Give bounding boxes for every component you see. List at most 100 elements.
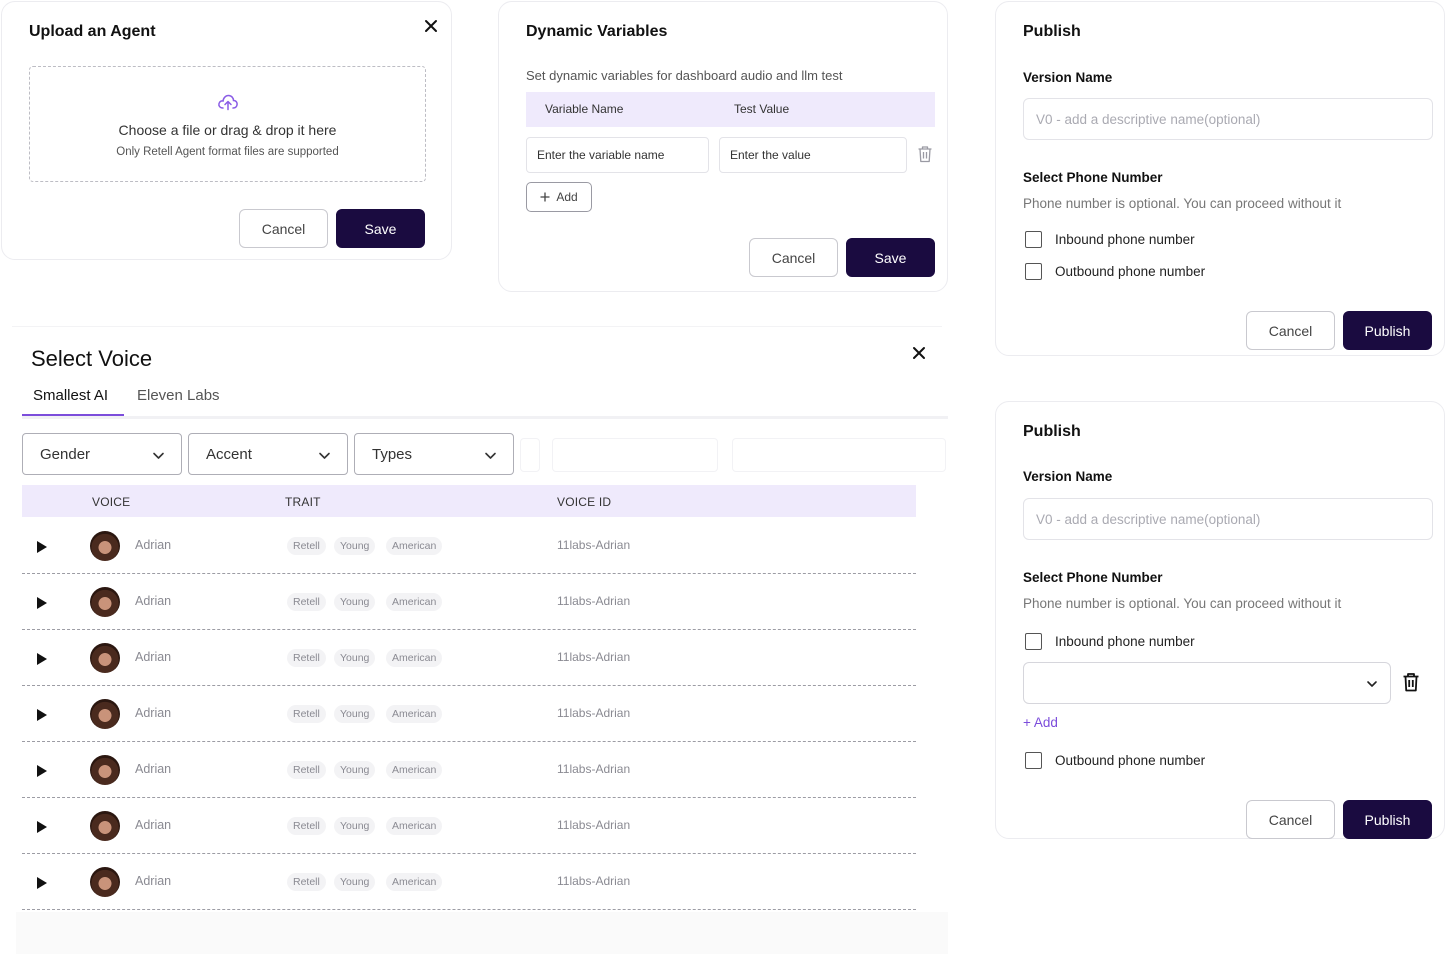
tab-smallest-ai[interactable]: Smallest AI xyxy=(33,387,108,404)
voice-table-header: VOICE TRAIT VOICE ID xyxy=(22,485,916,517)
close-icon[interactable] xyxy=(911,345,927,361)
save-button[interactable]: Save xyxy=(846,238,935,277)
play-icon[interactable] xyxy=(36,708,48,722)
trait-badge: Retell xyxy=(287,873,326,891)
filter-placeholder xyxy=(732,438,946,472)
table-row[interactable]: Adrian Retell Young American 11labs-Adrian xyxy=(22,574,916,630)
play-icon[interactable] xyxy=(36,652,48,666)
column-voice: VOICE xyxy=(92,495,131,509)
version-name-input[interactable]: V0 - add a descriptive name(optional) xyxy=(1023,98,1433,140)
voice-name: Adrian xyxy=(135,706,172,720)
file-dropzone[interactable]: Choose a file or drag & drop it here Onl… xyxy=(29,66,426,182)
add-variable-button[interactable]: Add xyxy=(526,182,592,212)
table-row[interactable]: Adrian Retell Young American 11labs-Adrian xyxy=(22,742,916,798)
tab-eleven-labs[interactable]: Eleven Labs xyxy=(137,387,220,404)
version-name-input[interactable]: V0 - add a descriptive name(optional) xyxy=(1023,498,1433,540)
table-row[interactable]: Adrian Retell Young American 11labs-Adrian xyxy=(22,854,916,910)
upload-agent-dialog: Upload an Agent Choose a file or drag & … xyxy=(1,1,452,260)
chevron-down-icon xyxy=(1367,681,1377,687)
cancel-button[interactable]: Cancel xyxy=(749,238,838,277)
add-label: Add xyxy=(556,190,578,204)
filter-placeholder xyxy=(552,438,718,472)
trait-badge: Retell xyxy=(287,817,326,835)
trash-icon[interactable] xyxy=(917,145,933,163)
publish-button[interactable]: Publish xyxy=(1343,800,1432,839)
cancel-button[interactable]: Cancel xyxy=(1246,311,1335,350)
outbound-checkbox[interactable]: Outbound phone number xyxy=(1025,752,1205,769)
publish-dialog: Publish Version Name V0 - add a descript… xyxy=(995,1,1445,356)
select-voice-title: Select Voice xyxy=(31,346,153,371)
trait-badge: Retell xyxy=(287,649,326,667)
play-icon[interactable] xyxy=(36,596,48,610)
voice-name: Adrian xyxy=(135,650,172,664)
column-voice-id: VOICE ID xyxy=(557,495,612,509)
trait-badge: American xyxy=(386,817,443,835)
cancel-button[interactable]: Cancel xyxy=(239,209,328,248)
cancel-button[interactable]: Cancel xyxy=(1246,800,1335,839)
trait-badge: Young xyxy=(334,593,376,611)
avatar xyxy=(90,755,120,785)
phone-number-select[interactable] xyxy=(1023,662,1391,704)
trait-badge: American xyxy=(386,873,443,891)
publish-button[interactable]: Publish xyxy=(1343,311,1432,350)
inbound-checkbox[interactable]: Inbound phone number xyxy=(1025,633,1195,650)
voice-name: Adrian xyxy=(135,818,172,832)
trait-badge: American xyxy=(386,593,443,611)
column-trait: TRAIT xyxy=(285,495,321,509)
inbound-label: Inbound phone number xyxy=(1055,634,1195,649)
play-icon[interactable] xyxy=(36,876,48,890)
cloud-upload-icon xyxy=(218,94,238,111)
avatar xyxy=(90,587,120,617)
trait-badge: American xyxy=(386,649,443,667)
play-icon[interactable] xyxy=(36,540,48,554)
table-row[interactable]: Adrian Retell Young American 11labs-Adrian xyxy=(22,630,916,686)
avatar xyxy=(90,531,120,561)
voice-name: Adrian xyxy=(135,874,172,888)
outbound-checkbox[interactable]: Outbound phone number xyxy=(1025,263,1205,280)
play-icon[interactable] xyxy=(36,820,48,834)
accent-filter[interactable]: Accent xyxy=(188,433,348,475)
types-filter-label: Types xyxy=(372,445,413,463)
trash-icon[interactable] xyxy=(1402,672,1420,692)
table-row[interactable]: Adrian Retell Young American 11labs-Adrian xyxy=(22,518,916,574)
inbound-label: Inbound phone number xyxy=(1055,232,1195,247)
trait-badge: Young xyxy=(334,873,376,891)
checkbox[interactable] xyxy=(1025,633,1042,650)
publish-title: Publish xyxy=(1023,423,1081,440)
add-phone-link[interactable]: + Add xyxy=(1023,715,1058,730)
panel-top-border xyxy=(12,326,942,327)
upload-dialog-title: Upload an Agent xyxy=(29,23,156,40)
avatar xyxy=(90,811,120,841)
outbound-label: Outbound phone number xyxy=(1055,264,1206,279)
version-name-label: Version Name xyxy=(1023,70,1113,85)
play-icon[interactable] xyxy=(36,764,48,778)
dynamic-variables-dialog: Dynamic Variables Set dynamic variables … xyxy=(498,1,948,292)
trait-badge: Young xyxy=(334,649,376,667)
trait-badge: Retell xyxy=(287,593,326,611)
dropzone-text: Choose a file or drag & drop it here xyxy=(118,122,337,138)
variable-name-input[interactable]: Enter the variable name xyxy=(526,137,709,173)
gender-filter-label: Gender xyxy=(40,445,91,463)
close-icon[interactable] xyxy=(423,18,439,34)
table-row[interactable]: Adrian Retell Young American 11labs-Adrian xyxy=(22,686,916,742)
trait-badge: American xyxy=(386,537,443,555)
inbound-checkbox[interactable]: Inbound phone number xyxy=(1025,231,1195,248)
gender-filter[interactable]: Gender xyxy=(22,433,182,475)
plus-icon xyxy=(540,192,550,202)
trait-badge: Young xyxy=(334,537,376,555)
chevron-down-icon xyxy=(319,452,330,459)
column-variable-name: Variable Name xyxy=(545,102,624,116)
dropzone-subtext: Only Retell Agent format files are suppo… xyxy=(116,146,339,158)
checkbox[interactable] xyxy=(1025,263,1042,280)
dynamic-variables-description: Set dynamic variables for dashboard audi… xyxy=(526,68,843,83)
types-filter[interactable]: Types xyxy=(354,433,514,475)
voice-id: 11labs-Adrian xyxy=(557,706,631,720)
checkbox[interactable] xyxy=(1025,752,1042,769)
test-value-input[interactable]: Enter the value xyxy=(719,137,907,173)
trait-badge: Young xyxy=(334,705,376,723)
dynamic-variables-title: Dynamic Variables xyxy=(526,23,668,40)
variables-table-header: Variable Name Test Value xyxy=(526,92,935,127)
checkbox[interactable] xyxy=(1025,231,1042,248)
table-row[interactable]: Adrian Retell Young American 11labs-Adrian xyxy=(22,798,916,854)
save-button[interactable]: Save xyxy=(336,209,425,248)
